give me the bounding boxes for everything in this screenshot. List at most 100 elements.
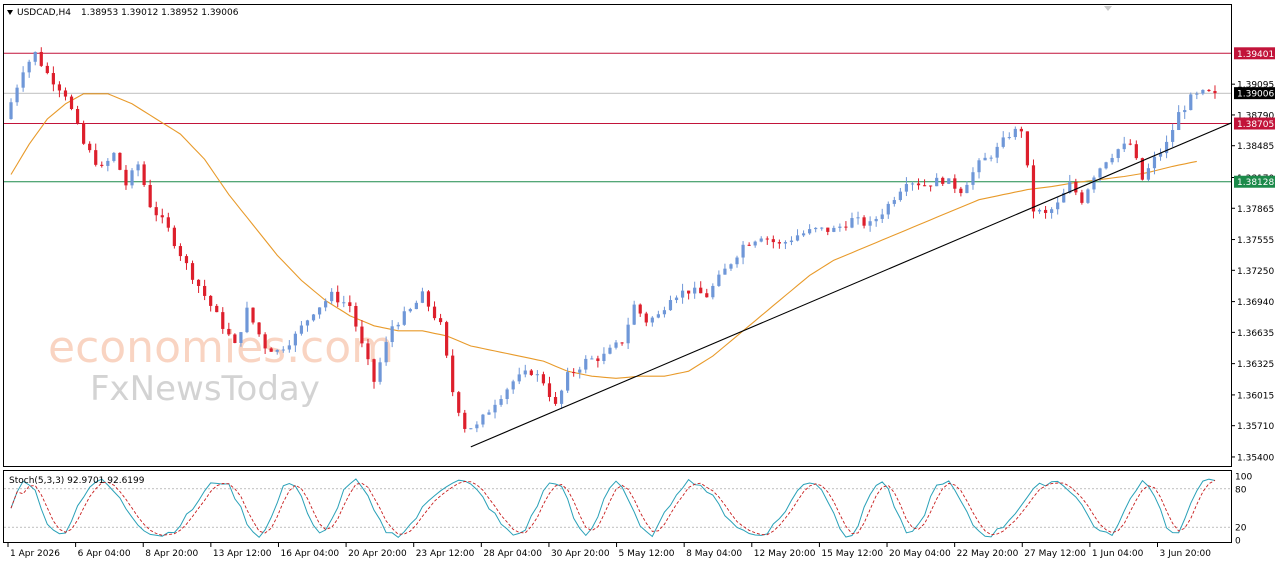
time-tick-label: 22 May 20:00 (957, 549, 1019, 559)
price-tick-label: 1.36015 (1237, 391, 1274, 401)
candle-bear (445, 322, 449, 356)
candle-bull (868, 221, 872, 226)
candle-bull (820, 227, 824, 229)
time-tick-label: 23 Apr 12:00 (416, 549, 475, 559)
level-tag-label: 1.39006 (1237, 90, 1274, 100)
candle-bull (1050, 209, 1054, 213)
candle-bear (348, 302, 352, 306)
candle-bear (160, 215, 164, 218)
time-tick-label: 8 May 04:00 (686, 549, 742, 559)
usdcad-h4-chart[interactable]: economies.com FxNewsToday 1.390951.38790… (0, 0, 1280, 567)
candle-bear (209, 295, 213, 306)
candle-bull (1110, 157, 1114, 163)
candle-bull (1183, 110, 1187, 113)
candle-bull (1152, 156, 1157, 169)
candle-bull (469, 428, 473, 430)
candle-bull (892, 200, 896, 204)
candle-bear (1043, 209, 1048, 213)
candle-bear (263, 334, 267, 349)
candle-bear (154, 207, 158, 216)
candle-bull (342, 302, 346, 304)
candle-bull (408, 309, 412, 312)
price-tick-label: 1.36325 (1237, 360, 1274, 370)
candle-bull (384, 342, 388, 363)
candle-bull (293, 333, 297, 346)
candle-bull (9, 102, 13, 119)
candle-bear (172, 227, 176, 247)
candle-bear (862, 217, 866, 226)
candle-bear (63, 90, 68, 97)
time-tick-label: 16 Apr 04:00 (280, 549, 339, 559)
candle-bear (1019, 128, 1023, 132)
candle-bear (251, 307, 255, 323)
price-tick-label: 1.35400 (1237, 453, 1274, 463)
candle-bear (596, 358, 600, 362)
time-tick-label: 15 May 12:00 (821, 549, 883, 559)
candle-bull (904, 184, 909, 192)
candle-bear (82, 122, 86, 144)
candle-bull (311, 314, 316, 321)
candle-bull (281, 349, 285, 351)
candle-bull (487, 412, 491, 415)
candle-bear (644, 313, 648, 323)
candle-bear (100, 164, 104, 166)
candle-bear (438, 318, 443, 323)
candle-bull (523, 370, 527, 375)
candle-bear (166, 217, 170, 228)
candle-bear (178, 246, 183, 257)
price-tick-label: 1.37250 (1237, 267, 1274, 277)
candle-bull (330, 291, 334, 302)
candle-bear (541, 374, 546, 384)
candle-bull (112, 152, 116, 161)
candle-bear (1128, 143, 1132, 145)
candle-bear (1134, 144, 1138, 159)
candle-bull (662, 310, 667, 315)
candle-bull (15, 87, 19, 103)
candle-bear (572, 372, 576, 374)
candle-bull (420, 291, 425, 303)
candle-bull (481, 414, 485, 425)
candle-bull (910, 183, 915, 185)
candle-bull (1104, 162, 1108, 169)
candle-bull (850, 218, 854, 228)
candle-bull (1122, 143, 1126, 150)
candle-bull (245, 307, 249, 333)
candle-bear (184, 256, 189, 264)
candle-bull (693, 287, 697, 294)
candle-bear (687, 290, 691, 294)
time-tick-label: 1 Apr 2026 (10, 549, 60, 559)
candle-bear (765, 238, 769, 240)
candle-bear (463, 412, 467, 429)
candle-bull (566, 372, 570, 391)
candle-bull (989, 157, 993, 159)
stoch-tick-label: 80 (1235, 485, 1247, 495)
candle-bear (922, 185, 927, 187)
candle-bull (808, 229, 812, 234)
candle-bear (366, 343, 370, 360)
candle-bull (626, 324, 630, 344)
stoch-tick-label: 0 (1235, 537, 1241, 547)
candle-bull (759, 238, 763, 242)
price-tick-label: 1.37555 (1237, 236, 1274, 246)
candle-bear (233, 334, 237, 343)
candle-bear (547, 383, 552, 397)
candle-bear (941, 177, 945, 184)
price-tick-label: 1.36940 (1237, 298, 1274, 308)
time-tick-label: 1 Jun 04:00 (1092, 549, 1144, 559)
candle-bull (1189, 94, 1193, 111)
candle-bear (221, 312, 225, 329)
candle-bull (136, 164, 140, 171)
candle-bull (814, 227, 818, 230)
candle-bull (977, 160, 981, 173)
candle-bear (953, 178, 957, 189)
candle-bull (390, 326, 394, 343)
candle-bull (499, 399, 503, 405)
candle-bull (838, 226, 842, 228)
candle-bear (257, 322, 261, 335)
candle-bull (1086, 189, 1090, 203)
candle-bull (584, 358, 588, 370)
candle-bull (735, 257, 739, 265)
candle-bull (578, 369, 582, 373)
candle-bear (451, 355, 455, 393)
candle-bull (1116, 149, 1120, 158)
